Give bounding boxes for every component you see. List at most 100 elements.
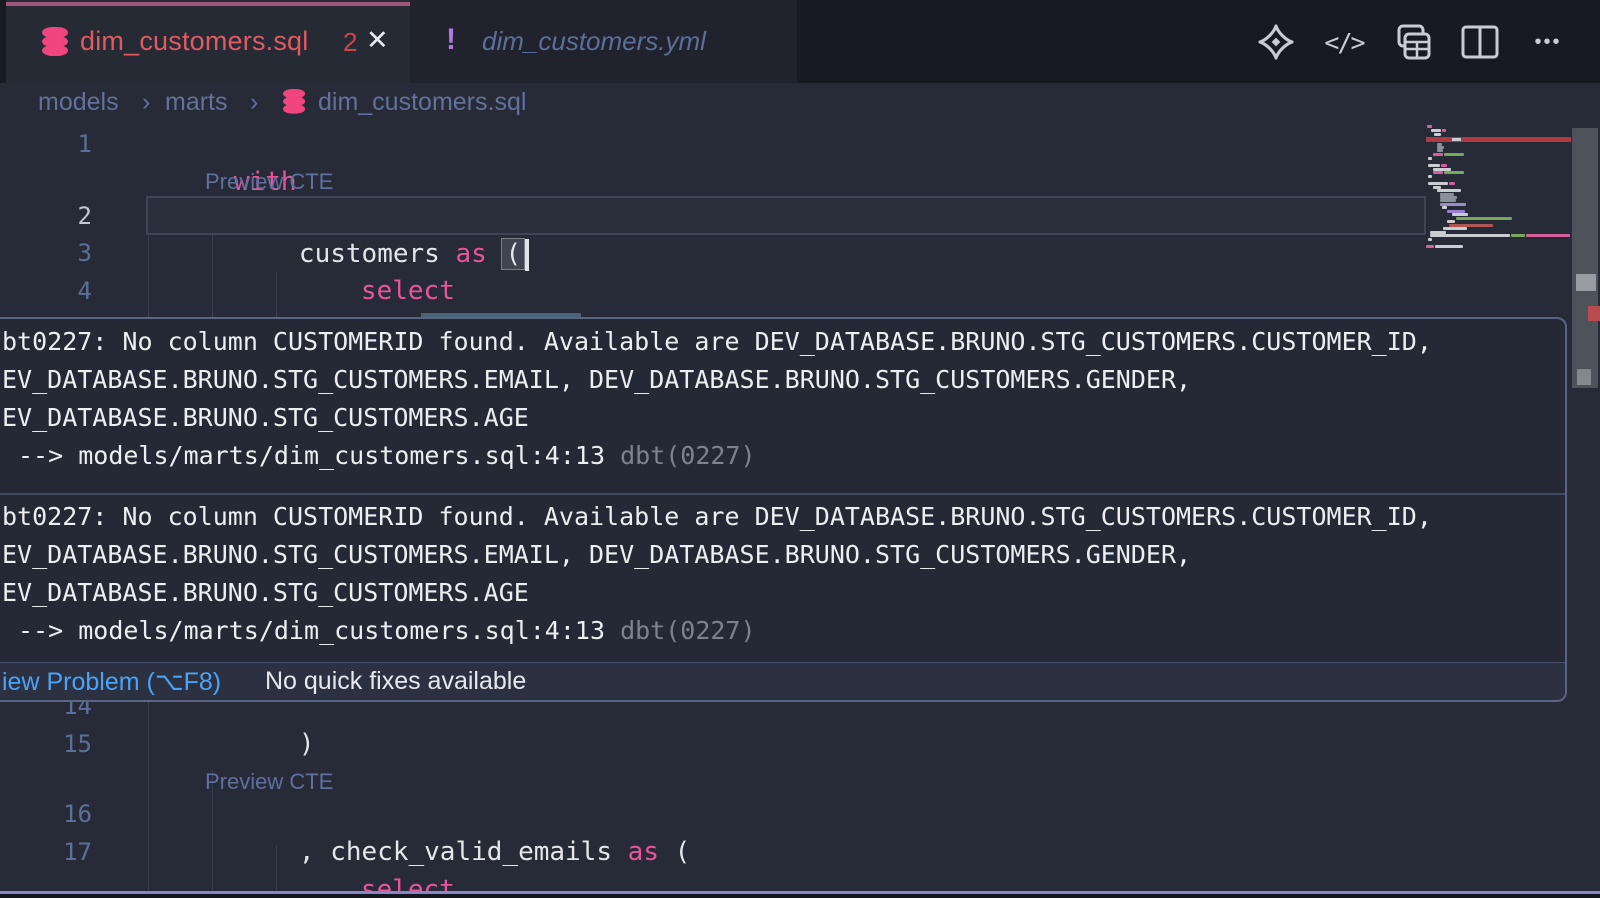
minimap-code-row	[1428, 238, 1432, 241]
diagnostic-message: EV_DATABASE.BRUNO.STG_CUSTOMERS.AGE	[2, 399, 1549, 437]
editor-window: dim_customers.sql 2 ✕ ! dim_customers.ym…	[0, 0, 1600, 898]
scrollbar-decoration-mark	[1576, 274, 1596, 291]
minimap-code-row	[1449, 182, 1455, 185]
code-line-3: select	[267, 234, 455, 272]
minimap-code-row	[1428, 175, 1432, 178]
breadcrumb-models[interactable]: models	[38, 88, 119, 117]
minimap-code-row	[1441, 164, 1447, 167]
minimap-error-marker	[1426, 137, 1571, 142]
popup-divider	[0, 493, 1565, 495]
minimap-code-row	[1444, 171, 1464, 174]
diagnostic-message: bt0227: No column CUSTOMERID found. Avai…	[2, 323, 1549, 361]
keyword-as: as	[628, 837, 659, 867]
database-icon	[42, 27, 68, 57]
diagnostic-block: bt0227: No column CUSTOMERID found. Avai…	[2, 498, 1549, 650]
text-cursor	[525, 239, 529, 271]
compiled-code-icon[interactable]: </>	[1322, 22, 1366, 62]
breadcrumb-file[interactable]: dim_customers.sql	[318, 88, 526, 117]
active-tab-accent	[6, 2, 410, 6]
diagnostic-hover-popup: bt0227: No column CUSTOMERID found. Avai…	[0, 317, 1567, 702]
problem-count-badge: 2	[343, 27, 357, 58]
bracket-match: (	[502, 239, 524, 269]
breadcrumb-marts[interactable]: marts	[165, 88, 228, 117]
code-line-16: , check_valid_emails as (	[205, 795, 690, 833]
preview-cte-codelens[interactable]: Preview CTE	[205, 168, 333, 196]
minimap-highlight-chip	[1452, 138, 1461, 141]
line-number: 15	[30, 725, 92, 763]
minimap-code-row	[1444, 153, 1464, 156]
minimap-code-row	[1442, 206, 1447, 209]
diagnostic-file-link[interactable]: models/marts/dim_customers.sql:4:13	[78, 616, 605, 645]
window-bottom-gap	[0, 894, 1600, 898]
diagnostic-location: --> models/marts/dim_customers.sql:4:13 …	[2, 437, 1549, 475]
line-number: 1	[30, 125, 92, 163]
diagnostic-source: dbt(0227)	[605, 616, 756, 645]
minimap-code-row	[1428, 182, 1448, 185]
minimap-code-row	[1437, 149, 1443, 152]
line-number-active: 2	[30, 197, 92, 235]
diagnostic-message: bt0227: No column CUSTOMERID found. Avai…	[2, 498, 1549, 536]
code-line-2: customers as (	[205, 197, 529, 235]
scrollbar-decoration-mark	[1588, 306, 1600, 321]
more-actions-icon[interactable]: •••	[1526, 22, 1570, 62]
minimap-code-row	[1428, 164, 1440, 167]
open-paren: (	[659, 837, 690, 867]
editor-actions: </> •••	[1254, 22, 1570, 62]
warning-icon: !	[446, 23, 456, 57]
breadcrumb: models › marts › dim_customers.sql	[0, 83, 1600, 122]
minimap-code-row	[1442, 129, 1446, 132]
preview-cte-codelens[interactable]: Preview CTE	[205, 768, 333, 796]
minimap-code-row	[1437, 189, 1461, 192]
closing-paren: )	[299, 729, 315, 759]
diagnostic-message: EV_DATABASE.BRUNO.STG_CUSTOMERS.EMAIL, D…	[2, 361, 1549, 399]
minimap-code-row	[1431, 129, 1441, 132]
diagnostic-block: bt0227: No column CUSTOMERID found. Avai…	[2, 323, 1549, 475]
chevron-right-icon: ›	[250, 88, 258, 117]
close-icon[interactable]: ✕	[366, 25, 389, 56]
scrollbar-decoration-mark	[1577, 369, 1591, 385]
tab-label: dim_customers.yml	[482, 26, 706, 57]
line-number: 17	[30, 833, 92, 871]
minimap-code-row	[1428, 157, 1432, 160]
database-icon	[283, 89, 305, 115]
scrollbar[interactable]	[1572, 128, 1598, 388]
line-number: 4	[30, 272, 92, 310]
indent-guide	[148, 235, 149, 317]
minimap-code-row	[1440, 199, 1456, 202]
diagnostic-message: EV_DATABASE.BRUNO.STG_CUSTOMERS.EMAIL, D…	[2, 536, 1549, 574]
minimap-code-row	[1452, 213, 1468, 216]
minimap-code-row	[1427, 125, 1432, 128]
no-quick-fixes-label: No quick fixes available	[265, 667, 526, 696]
tab-dim-customers-sql[interactable]: dim_customers.sql 2 ✕	[6, 0, 410, 83]
minimap-code-row	[1426, 245, 1434, 248]
diagnostic-file-link[interactable]: models/marts/dim_customers.sql:4:13	[78, 441, 605, 470]
view-problem-link[interactable]: iew Problem (⌥F8)	[2, 667, 221, 697]
tab-label: dim_customers.sql	[80, 26, 308, 57]
tab-dim-customers-yml[interactable]: ! dim_customers.yml	[410, 0, 797, 83]
minimap-code-row	[1526, 234, 1570, 237]
minimap-code-row	[1430, 234, 1510, 237]
diagnostic-message: EV_DATABASE.BRUNO.STG_CUSTOMERS.AGE	[2, 574, 1549, 612]
minimap-code-row	[1456, 217, 1512, 220]
keyword-as: as	[455, 239, 502, 269]
minimap-code-row	[1511, 234, 1525, 237]
line-number: 16	[30, 795, 92, 833]
minimap-code-row	[1433, 171, 1443, 174]
popup-footer: iew Problem (⌥F8) No quick fixes availab…	[0, 662, 1565, 700]
code-line-1: with	[140, 125, 297, 163]
code-line-4: customerId	[327, 272, 581, 310]
chevron-right-icon: ›	[142, 88, 150, 117]
dbt-logo-icon[interactable]	[1254, 22, 1298, 62]
split-editor-icon[interactable]	[1458, 22, 1502, 62]
code-line-17: select	[267, 833, 455, 871]
diagnostic-location: --> models/marts/dim_customers.sql:4:13 …	[2, 612, 1549, 650]
diagnostic-source: dbt(0227)	[605, 441, 756, 470]
minimap-code-row	[1435, 245, 1463, 248]
copy-table-icon[interactable]	[1390, 22, 1434, 62]
indent-guide	[148, 687, 149, 890]
tab-bar: dim_customers.sql 2 ✕ ! dim_customers.ym…	[0, 0, 1600, 83]
line-number: 3	[30, 234, 92, 272]
minimap-code-row	[1433, 153, 1443, 156]
minimap-code-row	[1447, 220, 1455, 223]
minimap-code-row	[1434, 133, 1441, 136]
